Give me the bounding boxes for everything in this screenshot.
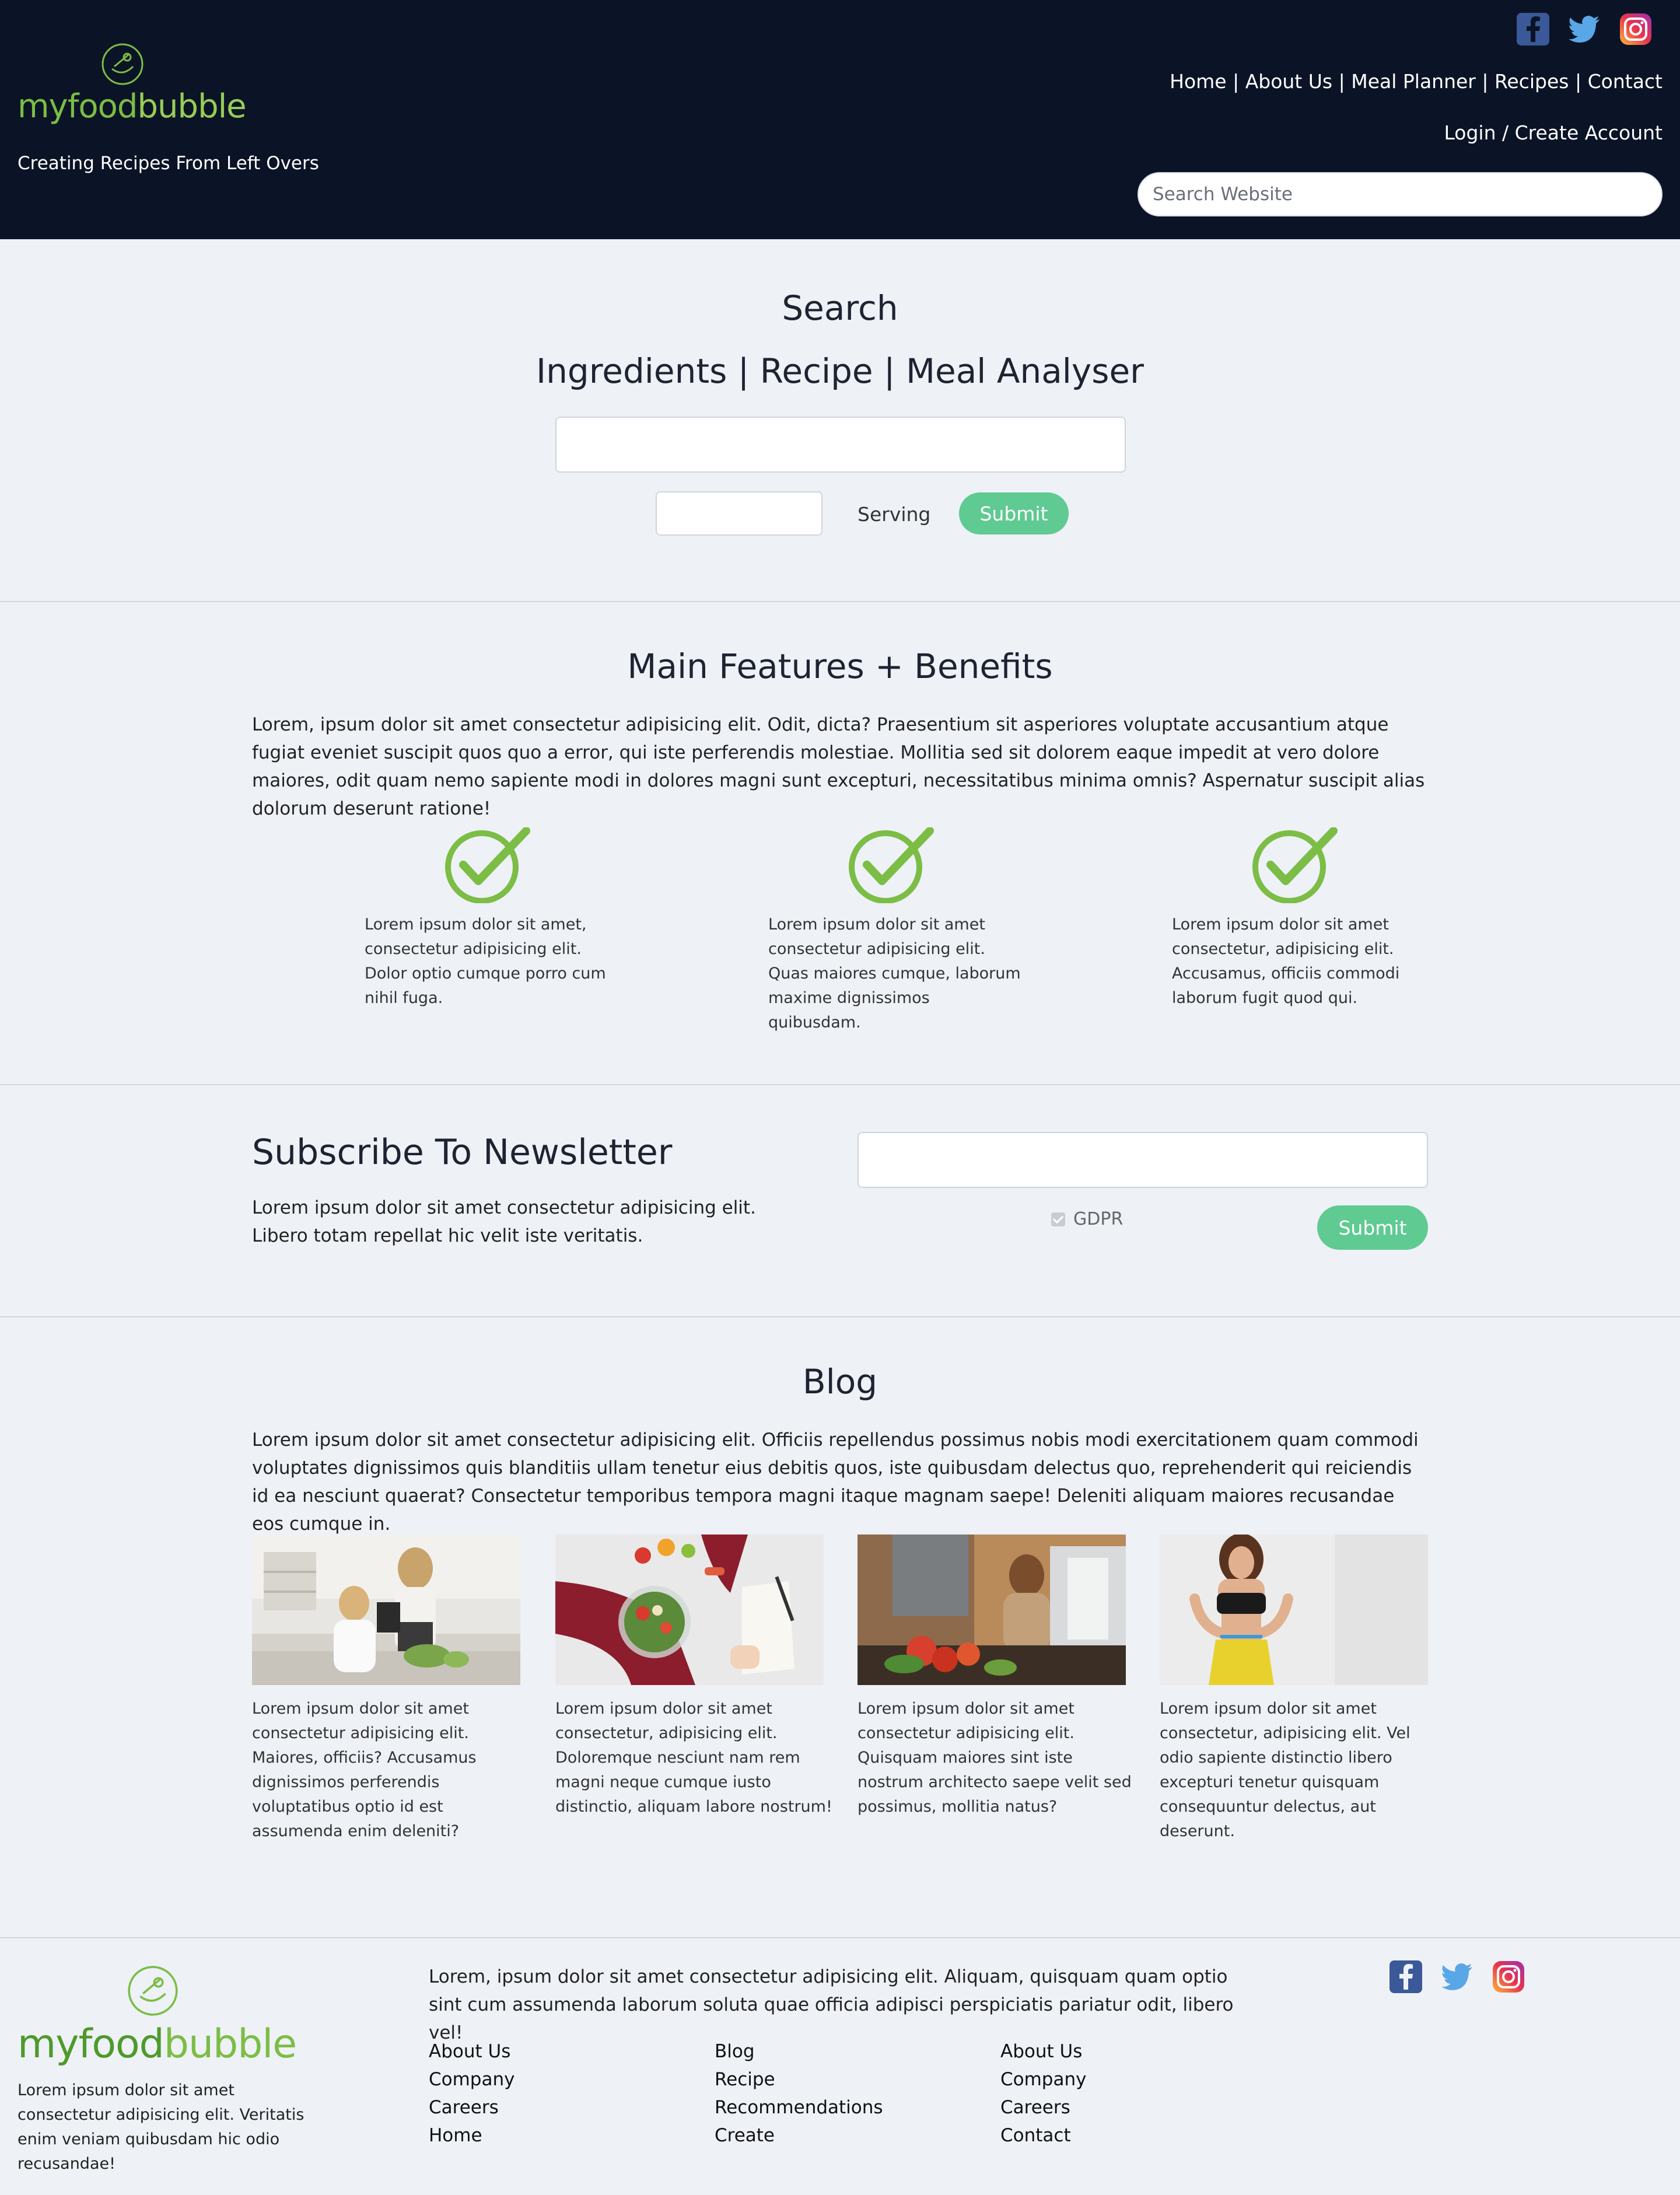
logo-bubble-icon xyxy=(128,1966,178,2016)
serving-input[interactable] xyxy=(656,491,822,536)
footer-link-about-us[interactable]: About Us xyxy=(1000,2037,1086,2065)
footer-link-recommendations[interactable]: Recommendations xyxy=(715,2093,883,2121)
nav-contact[interactable]: Contact xyxy=(1588,70,1662,93)
footer-links-column-1: About Us Company Careers Home xyxy=(429,2037,514,2149)
nav-separator: | xyxy=(1569,70,1588,93)
kitchen-women-photo xyxy=(252,1535,520,1685)
fitness-woman-photo xyxy=(1160,1535,1428,1685)
login-link[interactable]: Login xyxy=(1444,121,1496,144)
checkmark-icon xyxy=(445,827,530,903)
footer-link-careers[interactable]: Careers xyxy=(1000,2093,1086,2121)
footer-link-company[interactable]: Company xyxy=(429,2065,514,2093)
footer-link-create[interactable]: Create xyxy=(715,2121,883,2149)
newsletter-email-input[interactable] xyxy=(858,1132,1428,1188)
site-logo[interactable]: myfoodbubble xyxy=(18,41,247,128)
blog-section: Blog Lorem ipsum dolor sit amet consecte… xyxy=(0,1317,1680,1938)
footer-link-about-us[interactable]: About Us xyxy=(429,2037,514,2065)
gdpr-check-icon[interactable] xyxy=(1051,1212,1065,1226)
logo-bubble-icon xyxy=(102,43,144,85)
blog-post-image[interactable] xyxy=(252,1535,520,1685)
blog-intro: Lorem ipsum dolor sit amet consectetur a… xyxy=(252,1429,1419,1535)
search-subtitle: Ingredients | Recipe | Meal Analyser xyxy=(536,351,1144,391)
features-title: Main Features + Benefits xyxy=(627,646,1053,686)
footer-link-careers[interactable]: Careers xyxy=(429,2093,514,2121)
newsletter-section: Subscribe To Newsletter Lorem ipsum dolo… xyxy=(0,1085,1680,1317)
footer-link-home[interactable]: Home xyxy=(429,2121,514,2149)
footer-link-recipe[interactable]: Recipe xyxy=(715,2065,883,2093)
features-section: Main Features + Benefits Lorem, ipsum do… xyxy=(0,602,1680,1085)
newsletter-text: Lorem ipsum dolor sit amet consectetur a… xyxy=(252,1197,756,1246)
newsletter-submit-button[interactable]: Submit xyxy=(1317,1205,1428,1250)
nav-separator: | xyxy=(1475,70,1494,93)
nav-separator: | xyxy=(1332,70,1352,93)
main-nav: Home | About Us | Meal Planner | Recipes… xyxy=(1170,70,1662,93)
search-submit-button[interactable]: Submit xyxy=(959,492,1069,534)
site-search-input[interactable] xyxy=(1138,172,1662,216)
logo-text: myfoodbubble xyxy=(18,88,247,125)
feature-text: Lorem ipsum dolor sit amet consectetur, … xyxy=(1172,915,1400,1007)
gdpr-label: GDPR xyxy=(1073,1209,1124,1229)
blog-post-text: Lorem ipsum dolor sit amet consectetur, … xyxy=(1160,1700,1410,1840)
footer-link-blog[interactable]: Blog xyxy=(715,2037,883,2065)
cooking-woman-photo xyxy=(858,1535,1126,1685)
footer-logo[interactable]: myfoodbubble xyxy=(18,1963,298,2067)
serving-label: Serving xyxy=(858,503,931,526)
footer-logo-text: myfoodbubble xyxy=(18,2021,297,2067)
ingredients-search-input[interactable] xyxy=(555,417,1126,473)
nav-recipes[interactable]: Recipes xyxy=(1494,70,1569,93)
salad-bowl-photo xyxy=(555,1535,824,1685)
search-title: Search xyxy=(782,288,898,328)
gdpr-checkbox[interactable]: GDPR xyxy=(1051,1209,1123,1229)
auth-separator: / xyxy=(1496,121,1515,144)
blog-post-text: Lorem ipsum dolor sit amet consectetur, … xyxy=(555,1700,832,1816)
tagline: Creating Recipes From Left Overs xyxy=(18,153,319,174)
footer-links-column-2: Blog Recipe Recommendations Create xyxy=(715,2037,883,2149)
nav-separator: | xyxy=(1226,70,1245,93)
footer-description: Lorem ipsum dolor sit amet consectetur a… xyxy=(18,2081,304,2173)
newsletter-title: Subscribe To Newsletter xyxy=(252,1132,673,1173)
blog-post-text: Lorem ipsum dolor sit amet consectetur a… xyxy=(252,1700,477,1840)
facebook-icon[interactable] xyxy=(1516,12,1550,47)
create-account-link[interactable]: Create Account xyxy=(1515,121,1662,144)
facebook-icon[interactable] xyxy=(1388,1959,1423,1994)
site-footer: myfoodbubble Lorem ipsum dolor sit amet … xyxy=(0,1938,1680,2195)
features-intro: Lorem, ipsum dolor sit amet consectetur … xyxy=(252,714,1425,819)
header-social-links xyxy=(1516,12,1653,47)
footer-links-column-3: About Us Company Careers Contact xyxy=(1000,2037,1086,2149)
instagram-icon[interactable] xyxy=(1491,1959,1526,1994)
feature-text: Lorem ipsum dolor sit amet consectetur a… xyxy=(768,915,1021,1032)
checkmark-icon xyxy=(1252,827,1338,903)
blog-post-image[interactable] xyxy=(555,1535,824,1685)
footer-text: Lorem, ipsum dolor sit amet consectetur … xyxy=(429,1966,1234,2043)
feature-text: Lorem ipsum dolor sit amet, consectetur … xyxy=(365,915,606,1007)
blog-post-text: Lorem ipsum dolor sit amet consectetur a… xyxy=(858,1700,1132,1816)
footer-link-contact[interactable]: Contact xyxy=(1000,2121,1086,2149)
auth-links: Login / Create Account xyxy=(1444,121,1662,144)
checkmark-icon xyxy=(849,827,934,903)
instagram-icon[interactable] xyxy=(1618,12,1653,47)
nav-about-us[interactable]: About Us xyxy=(1245,70,1332,93)
twitter-icon[interactable] xyxy=(1440,1959,1475,1994)
footer-link-company[interactable]: Company xyxy=(1000,2065,1086,2093)
site-header: myfoodbubble Creating Recipes From Left … xyxy=(0,0,1680,239)
blog-title: Blog xyxy=(802,1362,878,1401)
twitter-icon[interactable] xyxy=(1567,12,1602,47)
blog-post-image[interactable] xyxy=(858,1535,1126,1685)
search-section: Search Ingredients | Recipe | Meal Analy… xyxy=(0,239,1680,602)
nav-home[interactable]: Home xyxy=(1170,70,1226,93)
nav-meal-planner[interactable]: Meal Planner xyxy=(1351,70,1476,93)
blog-post-image[interactable] xyxy=(1160,1535,1428,1685)
footer-social-links xyxy=(1388,1959,1526,1994)
